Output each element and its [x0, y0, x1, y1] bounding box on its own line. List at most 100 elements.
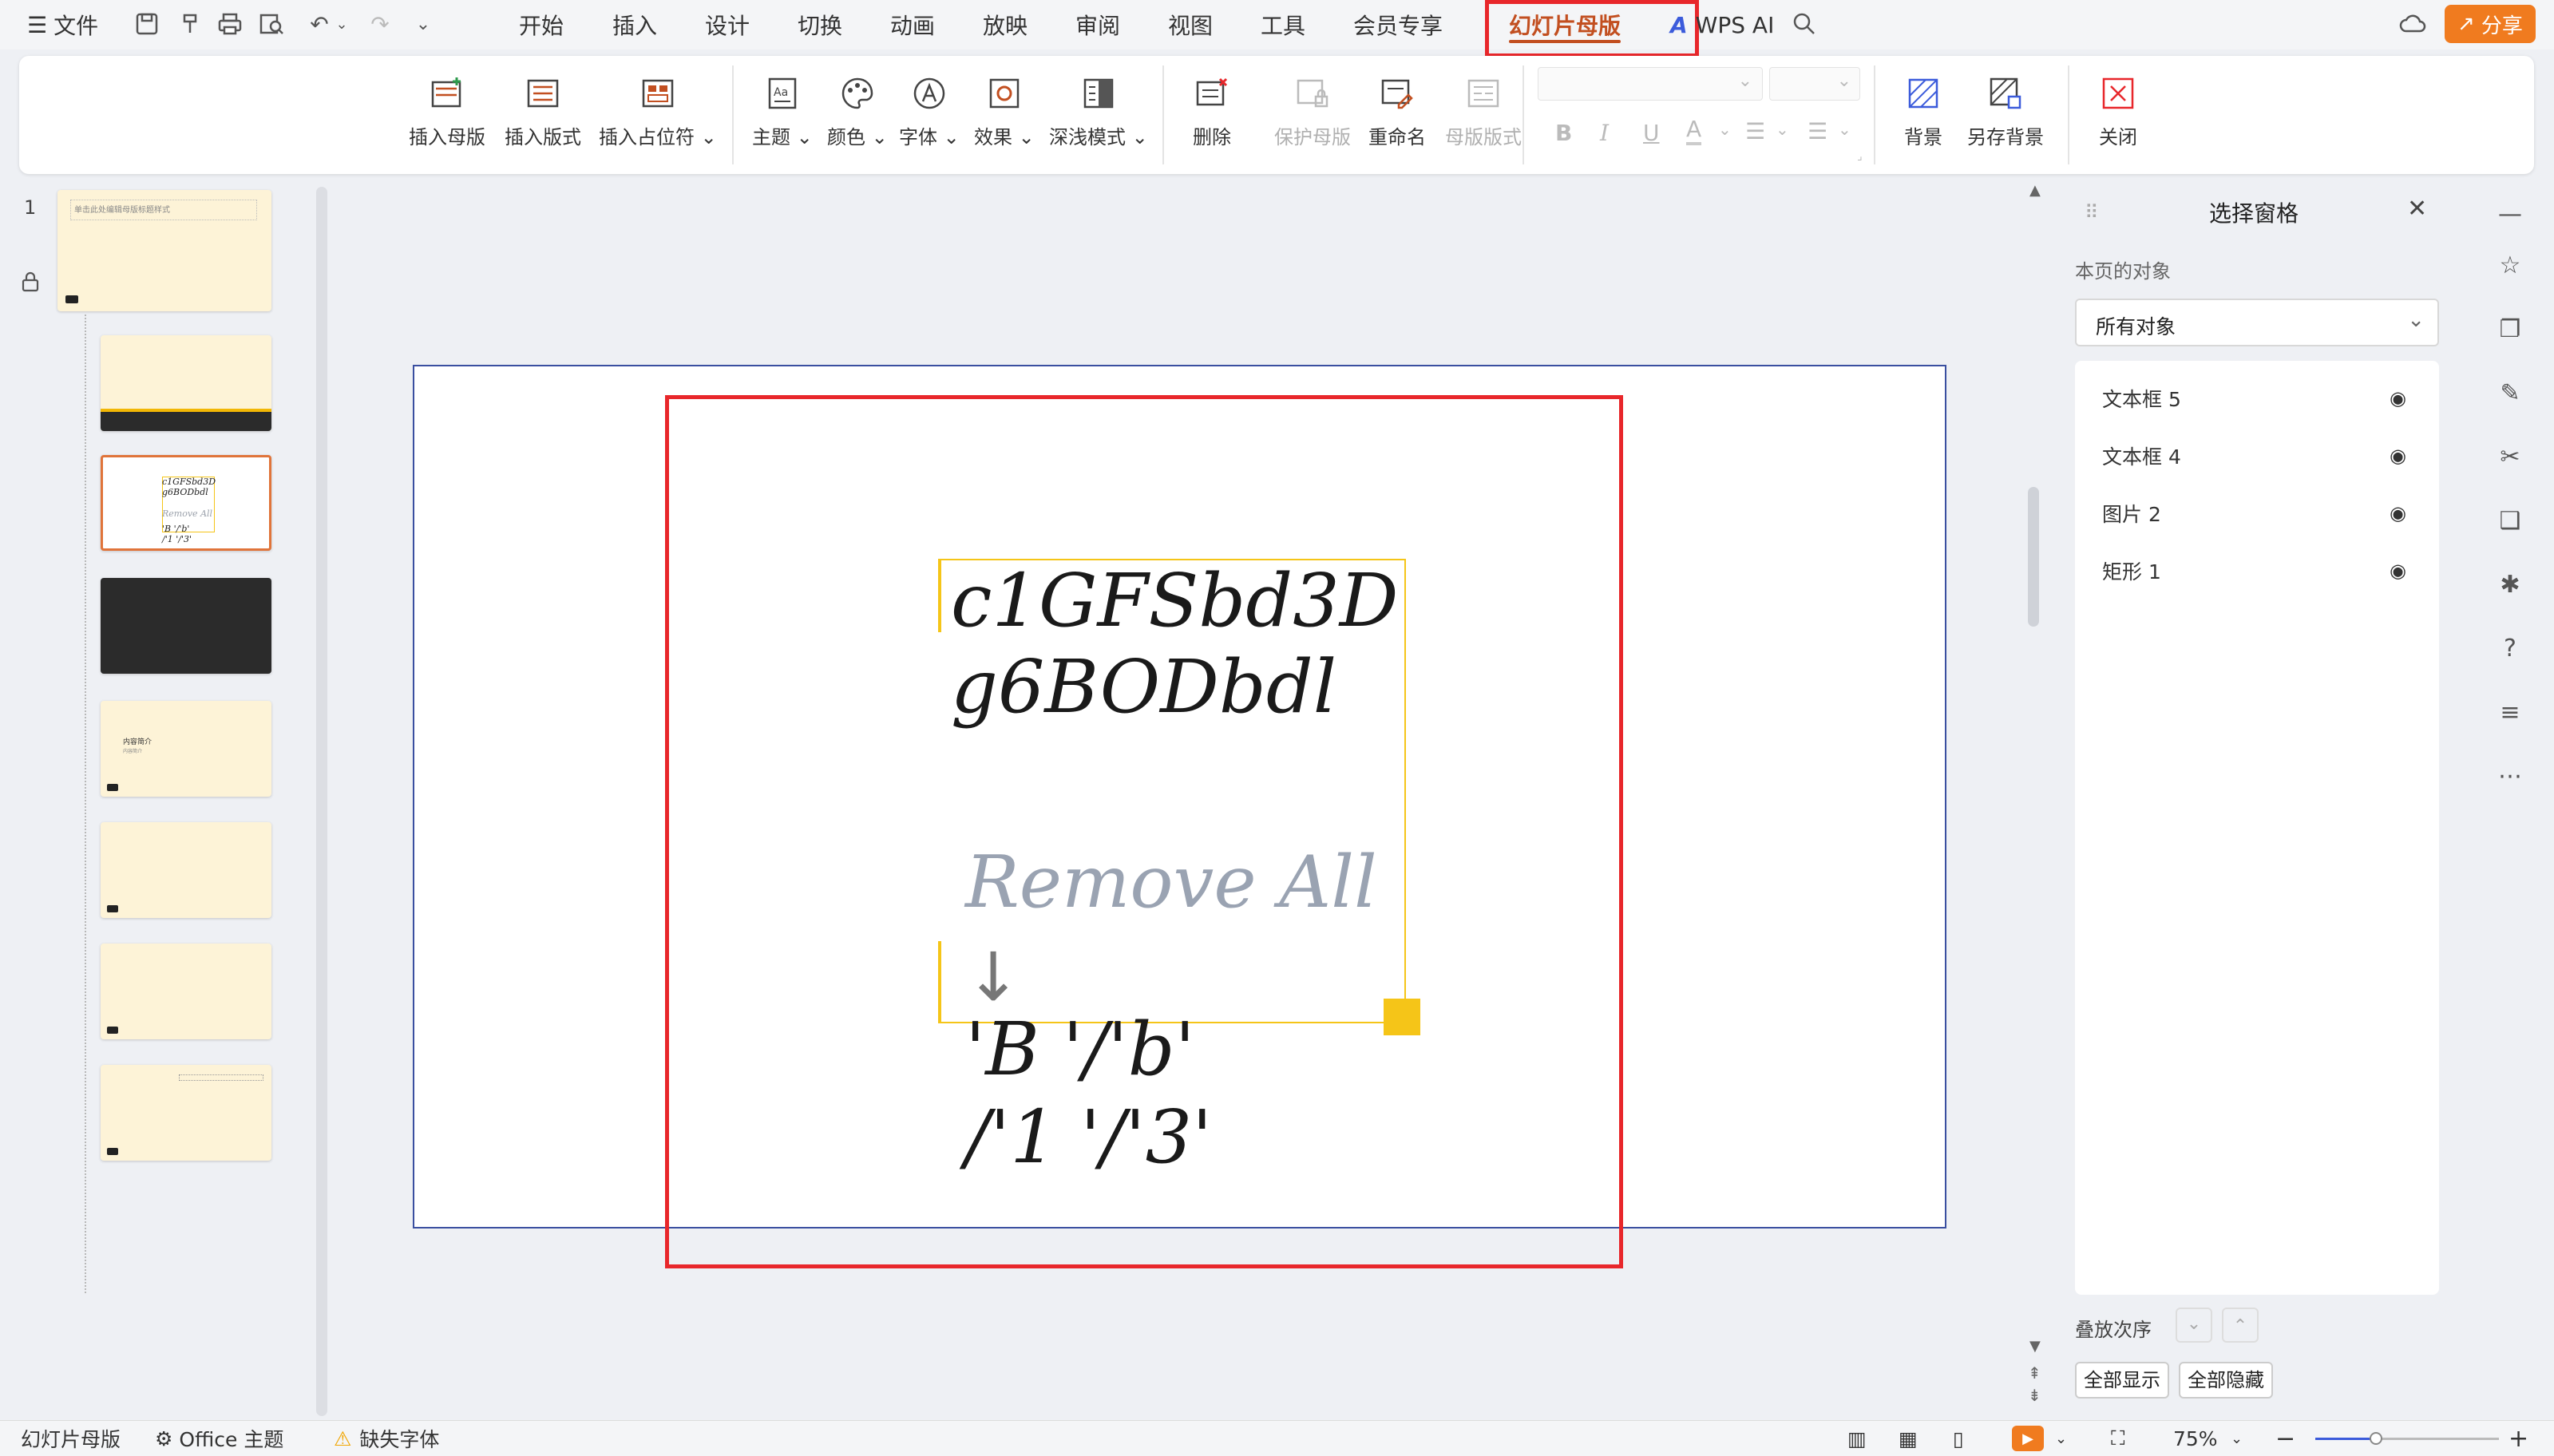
object-item[interactable]: 图片 2 ◉ [2102, 492, 2406, 535]
object-item[interactable]: 文本框 5 ◉ [2102, 377, 2406, 420]
undo-dropdown-icon[interactable]: ⌄ [327, 10, 356, 38]
insert-layout-button[interactable]: 插入版式 [505, 73, 581, 149]
effects-button[interactable]: 效果 ⌄ [974, 73, 1035, 149]
master-layout-button[interactable]: 母版版式 [1445, 73, 1522, 149]
zoom-value[interactable]: 75% [2173, 1421, 2218, 1456]
hide-all-button[interactable]: 全部隐藏 [2179, 1362, 2273, 1399]
move-up-button[interactable]: ⌃ [2222, 1308, 2259, 1343]
font-size-select[interactable]: ⌄ [1769, 67, 1860, 101]
object-item[interactable]: 矩形 1 ◉ [2102, 549, 2406, 592]
zoom-dropdown-icon[interactable]: ⌄ [2231, 1421, 2243, 1456]
save-background-button[interactable]: 另存背景 [1967, 73, 2044, 149]
redo-icon[interactable]: ↷ [366, 10, 394, 38]
next-slide-icon[interactable]: ⇟ [2028, 1386, 2041, 1405]
move-down-button[interactable]: ⌄ [2176, 1308, 2212, 1343]
tools-icon[interactable]: ✂ [2494, 441, 2526, 473]
tab-transition[interactable]: 切换 [798, 0, 842, 49]
theme-status[interactable]: ⚙ Office 主题 [155, 1421, 283, 1456]
cloud-icon[interactable] [2398, 10, 2427, 38]
play-dropdown-icon[interactable]: ⌄ [2055, 1421, 2067, 1456]
scroll-down-icon[interactable]: ▼ [2029, 1338, 2041, 1355]
zoom-in-icon[interactable]: + [2508, 1421, 2528, 1456]
bold-icon[interactable]: B [1555, 120, 1572, 146]
show-all-button[interactable]: 全部显示 [2075, 1362, 2169, 1399]
puzzle-icon[interactable]: ✱ [2494, 568, 2526, 600]
more-icon[interactable]: ⋯ [2494, 760, 2526, 792]
layout-thumbnail[interactable] [101, 335, 271, 431]
tab-home[interactable]: 开始 [519, 0, 564, 49]
zoom-slider[interactable] [2315, 1432, 2499, 1445]
save-icon[interactable] [133, 10, 161, 38]
font-color-icon[interactable]: A [1686, 117, 1702, 145]
chevron-down-icon[interactable]: ⌄ [1776, 120, 1789, 139]
layout-thumbnail[interactable]: 内容简介 内容简介 [101, 701, 271, 797]
eye-icon[interactable]: ◉ [2390, 502, 2406, 524]
italic-icon[interactable]: I [1600, 120, 1609, 146]
missing-font-status[interactable]: ⚠ 缺失字体 [334, 1421, 439, 1456]
tab-animation[interactable]: 动画 [890, 0, 935, 49]
zoom-slider-thumb[interactable] [2370, 1432, 2382, 1445]
font-name-select[interactable]: ⌄ [1538, 67, 1763, 101]
layout-thumbnail[interactable] [101, 1065, 271, 1161]
zoom-out-icon[interactable]: − [2275, 1421, 2295, 1456]
image-edit-icon[interactable]: ✎ [2494, 377, 2526, 409]
thumbnail-scrollbar[interactable] [316, 187, 327, 1416]
layout-thumbnail-selected[interactable]: c1GFSbd3D g6BODbdl Remove All 'B '/'b' /… [101, 455, 271, 551]
master-slide-thumbnail[interactable]: 单击此处编辑母版标题样式 [57, 190, 271, 311]
shapes-icon[interactable]: ❐ [2494, 313, 2526, 345]
print-preview-icon[interactable] [257, 10, 286, 38]
dark-light-mode-button[interactable]: 深浅模式 ⌄ [1049, 73, 1148, 149]
search-icon[interactable] [1790, 10, 1819, 38]
help-icon[interactable]: ? [2494, 632, 2526, 664]
eye-icon[interactable]: ◉ [2390, 445, 2406, 467]
scroll-up-icon[interactable]: ▲ [2029, 182, 2041, 199]
format-painter-icon[interactable] [176, 10, 204, 38]
eye-icon[interactable]: ◉ [2390, 560, 2406, 582]
fonts-button[interactable]: 字体 ⌄ [899, 73, 960, 149]
layout-thumbnail[interactable] [101, 578, 271, 674]
minimize-pane-icon[interactable]: — [2494, 198, 2526, 230]
delete-button[interactable]: 删除 [1192, 73, 1232, 149]
eye-icon[interactable]: ◉ [2390, 387, 2406, 410]
fit-window-icon[interactable]: ⛶ [2111, 1421, 2125, 1456]
canvas-scrollbar[interactable] [2028, 487, 2039, 627]
tab-design[interactable]: 设计 [705, 0, 750, 49]
tab-insert[interactable]: 插入 [612, 0, 657, 49]
close-master-view-button[interactable]: 关闭 [2098, 73, 2138, 149]
drag-handle-icon[interactable]: ⠿ [2085, 201, 2099, 224]
underline-icon[interactable]: U [1643, 120, 1660, 146]
theme-button[interactable]: Aa 主题 ⌄ [752, 73, 813, 149]
rename-button[interactable]: 重命名 [1368, 73, 1426, 149]
star-icon[interactable]: ☆ [2494, 249, 2526, 281]
play-icon[interactable]: ▶ [2012, 1426, 2044, 1451]
prev-slide-icon[interactable]: ⇞ [2028, 1363, 2041, 1383]
quick-access-more-icon[interactable]: ⌄ [409, 10, 438, 38]
tab-tools[interactable]: 工具 [1261, 0, 1305, 49]
print-icon[interactable] [216, 10, 244, 38]
numbered-list-icon[interactable]: ☰ [1808, 118, 1827, 144]
chevron-down-icon[interactable]: ⌄ [1718, 120, 1732, 139]
tab-slideshow[interactable]: 放映 [983, 0, 1028, 49]
book-search-icon[interactable]: ❑ [2494, 504, 2526, 536]
reading-view-icon[interactable]: ▯ [1953, 1421, 1964, 1456]
tab-member[interactable]: 会员专享 [1353, 0, 1443, 49]
protect-master-button[interactable]: 保护母版 [1274, 73, 1351, 149]
colors-button[interactable]: 颜色 ⌄ [827, 73, 888, 149]
normal-view-icon[interactable]: ▥ [1847, 1421, 1867, 1456]
slide-sorter-icon[interactable]: ▦ [1899, 1421, 1918, 1456]
object-item[interactable]: 文本框 4 ◉ [2102, 434, 2406, 477]
dialog-launcher-icon[interactable]: ⌟ [1857, 150, 1863, 163]
chevron-down-icon[interactable]: ⌄ [1838, 120, 1851, 139]
layout-thumbnail[interactable] [101, 822, 271, 918]
settings-sliders-icon[interactable]: ≡ [2494, 696, 2526, 728]
object-filter-select[interactable]: 所有对象 ⌄ [2075, 299, 2439, 346]
close-icon[interactable]: ✕ [2407, 195, 2427, 223]
file-menu[interactable]: ☰ 文件 [27, 0, 98, 49]
bullet-list-icon[interactable]: ☰ [1745, 118, 1765, 144]
layout-thumbnail[interactable] [101, 944, 271, 1039]
tab-review[interactable]: 审阅 [1075, 0, 1120, 49]
insert-master-button[interactable]: 插入母版 [409, 73, 485, 149]
tab-view[interactable]: 视图 [1168, 0, 1213, 49]
wps-ai-button[interactable]: A WPS AI [1670, 0, 1774, 49]
share-button[interactable]: ↗ 分享 [2445, 5, 2536, 43]
